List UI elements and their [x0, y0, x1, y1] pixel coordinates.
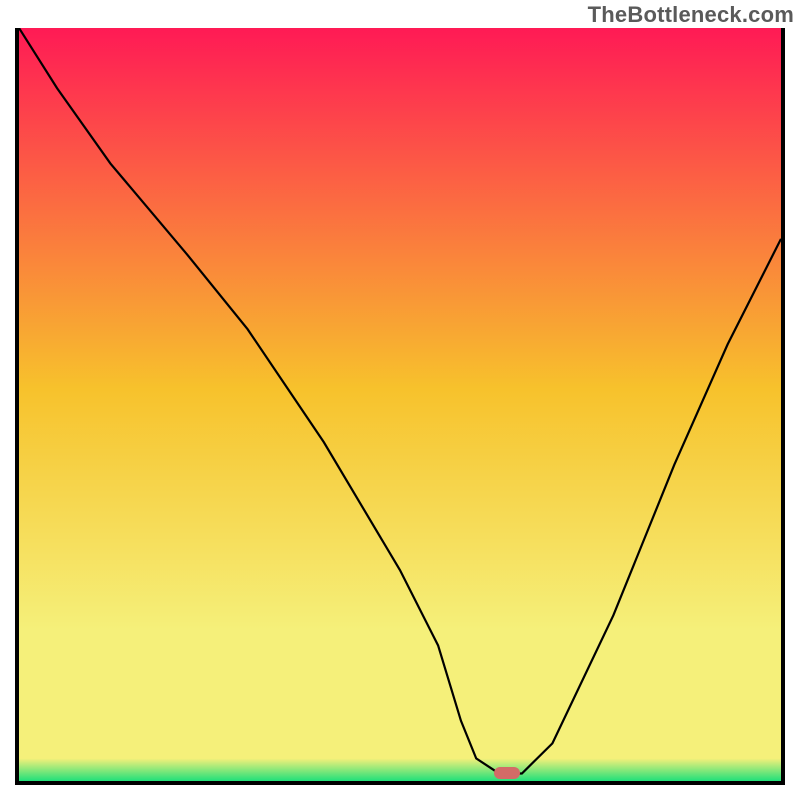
chart-container: TheBottleneck.com — [0, 0, 800, 800]
bottleneck-curve — [19, 28, 781, 781]
plot-area — [19, 28, 781, 781]
plot-frame — [15, 28, 785, 785]
optimal-marker — [494, 767, 520, 779]
curve-path — [19, 28, 781, 773]
watermark-text: TheBottleneck.com — [588, 2, 794, 28]
